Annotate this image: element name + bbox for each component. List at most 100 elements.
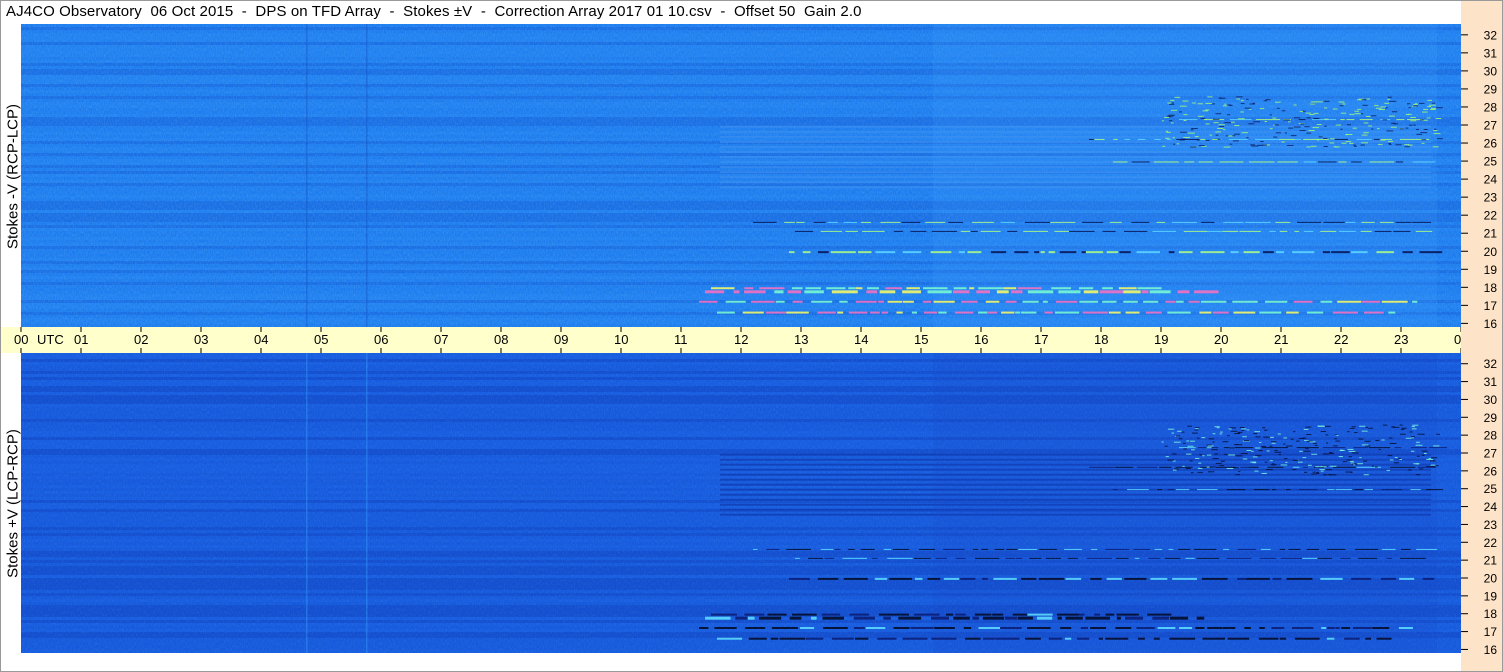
streak-mark (779, 637, 806, 640)
streak-mark (914, 613, 940, 616)
streak-mark (817, 577, 839, 580)
speckle (1251, 450, 1254, 452)
streak-mark (1291, 627, 1314, 629)
speckle (1277, 107, 1280, 109)
streak-mark (1102, 300, 1117, 303)
streak-mark (1303, 230, 1314, 232)
streak-mark (1368, 447, 1391, 449)
speckle (1363, 122, 1369, 124)
streak-mark (1394, 447, 1402, 449)
streak-mark (854, 627, 865, 629)
streak-mark (1226, 557, 1252, 559)
speckle (1270, 441, 1277, 443)
streak-mark (735, 616, 748, 620)
streak-mark (1125, 311, 1140, 314)
streak-mark (1410, 489, 1421, 491)
speckle (1192, 432, 1198, 434)
speckle (1415, 474, 1421, 476)
speckle (1230, 121, 1235, 123)
streak-mark (1272, 577, 1282, 580)
speckle (1195, 427, 1200, 429)
streak-mark (865, 627, 886, 629)
streak-mark (1054, 230, 1069, 232)
streak-mark (927, 290, 952, 294)
speckle (1305, 112, 1311, 114)
speckle (1375, 107, 1382, 109)
streak-mark (1376, 637, 1392, 640)
speckle (1226, 114, 1231, 116)
streak-mark (1023, 230, 1049, 232)
speckle (1300, 123, 1305, 125)
speckle (1348, 456, 1352, 458)
streak-mark (1298, 119, 1306, 121)
streak-mark (1147, 613, 1172, 616)
speckle (1318, 136, 1323, 138)
freq-tick-label: 16 (1484, 317, 1498, 331)
speckle (1259, 108, 1265, 110)
streak-mark (1294, 637, 1320, 640)
streak-mark (1386, 557, 1393, 559)
streak-mark (1248, 466, 1259, 468)
speckle (1206, 444, 1212, 446)
speckle (1350, 471, 1353, 473)
speckle (1310, 103, 1316, 105)
speckle (1381, 439, 1385, 441)
speckle (1226, 468, 1234, 470)
streak-mark (1351, 577, 1372, 580)
streak-mark (748, 616, 755, 620)
speckle (1352, 452, 1359, 454)
speckle (1170, 99, 1175, 101)
freq-tick-label: 17 (1484, 625, 1498, 639)
streak-mark (1124, 138, 1130, 140)
speckle (1235, 474, 1240, 476)
speckle (1168, 114, 1175, 116)
speckle (1218, 97, 1222, 99)
streak-mark (1133, 548, 1151, 550)
streak-mark (1364, 489, 1373, 491)
speckle (1285, 461, 1288, 463)
speckle (1171, 432, 1175, 434)
streak-mark (830, 251, 856, 254)
speckle (1274, 101, 1281, 103)
speckle (1248, 108, 1252, 110)
speckle (1399, 424, 1403, 426)
freq-tick-label: 21 (1484, 227, 1498, 241)
speckle (1187, 445, 1194, 447)
speckle (1203, 119, 1207, 121)
speckle (1234, 133, 1240, 135)
speckle (1298, 437, 1305, 439)
speckle (1304, 126, 1310, 128)
streak-mark (902, 251, 922, 254)
speckle (1266, 450, 1270, 452)
streak-mark (1106, 251, 1119, 254)
time-tick-label: 15 (914, 332, 928, 347)
speckle (1215, 134, 1219, 136)
speckle (1431, 457, 1438, 459)
speckle (1241, 428, 1247, 430)
streak-mark (753, 221, 777, 223)
speckle (1311, 473, 1316, 475)
streak-mark (766, 311, 786, 314)
speckle (1180, 131, 1187, 133)
speckle (1306, 146, 1311, 148)
streak-mark (861, 221, 872, 223)
streak-mark (933, 300, 955, 303)
speckle (1242, 458, 1248, 460)
time-tick-label: 09 (554, 332, 568, 347)
vertical-artifact (366, 353, 368, 653)
time-tick-label: 16 (974, 332, 988, 347)
streak-mark (982, 616, 1005, 620)
speckle (1363, 460, 1368, 462)
streak-mark (1230, 251, 1239, 254)
speckle (1360, 113, 1364, 115)
speckle (1378, 448, 1381, 450)
time-tick-label: 04 (254, 332, 268, 347)
speckle (1167, 102, 1171, 104)
streak-mark (1154, 138, 1161, 140)
streak-mark (955, 613, 966, 616)
streak-mark (1027, 627, 1051, 629)
speckle (1175, 435, 1180, 437)
streak-mark (1152, 616, 1170, 620)
speckle (1349, 113, 1355, 115)
time-tick-label: 10 (614, 332, 628, 347)
